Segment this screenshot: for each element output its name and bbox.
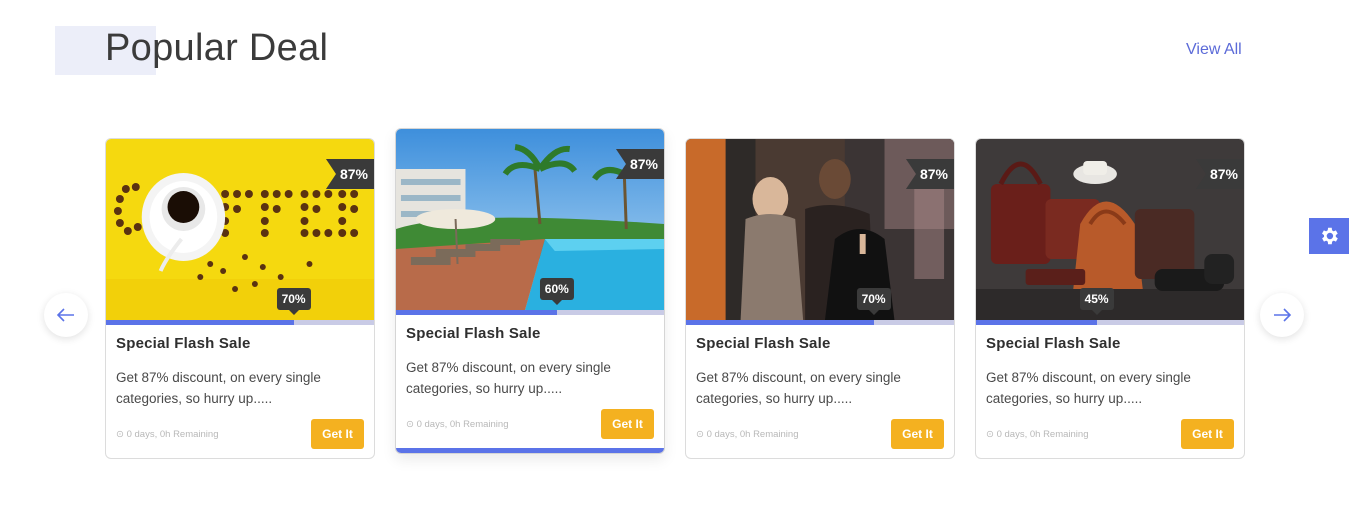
progress-bar: 45% xyxy=(976,288,1244,325)
time-remaining: ⊙ 0 days, 0h Remaining xyxy=(696,429,799,440)
progress-fill xyxy=(686,320,874,325)
view-all-link[interactable]: View All xyxy=(1186,41,1242,59)
progress-tooltip: 60% xyxy=(539,278,574,300)
carousel-next-button[interactable] xyxy=(1260,293,1304,337)
get-it-button[interactable]: Get It xyxy=(311,419,364,449)
time-remaining: ⊙ 0 days, 0h Remaining xyxy=(986,429,1089,440)
gear-icon xyxy=(1322,227,1338,245)
deal-card[interactable]: 87% 70% Special Flash Sale Get 87% disco… xyxy=(105,138,375,459)
progress-tooltip: 70% xyxy=(276,288,311,310)
progress-tooltip: 45% xyxy=(1079,288,1114,310)
progress-fill xyxy=(976,320,1097,325)
settings-button[interactable] xyxy=(1309,218,1349,254)
deal-description: Get 87% discount, on every single catego… xyxy=(696,370,901,406)
get-it-button[interactable]: Get It xyxy=(891,419,944,449)
deal-title: Special Flash Sale xyxy=(406,325,541,342)
deal-description: Get 87% discount, on every single catego… xyxy=(406,360,611,396)
carousel-prev-button[interactable] xyxy=(44,293,88,337)
progress-fill xyxy=(396,310,557,315)
deal-title: Special Flash Sale xyxy=(116,335,251,352)
get-it-button[interactable]: Get It xyxy=(1181,419,1234,449)
deal-image-coffee: 87% xyxy=(106,139,374,320)
time-remaining: ⊙ 0 days, 0h Remaining xyxy=(406,419,509,430)
arrow-right-icon xyxy=(1274,308,1292,322)
progress-bar: 70% xyxy=(106,288,374,325)
deal-image-clothing-shop: 87% xyxy=(686,139,954,320)
get-it-button[interactable]: Get It xyxy=(601,409,654,439)
progress-fill xyxy=(106,320,294,325)
deal-card[interactable]: 87% 60% Special Flash Sale Get 87% disco… xyxy=(395,128,665,454)
deal-card[interactable]: 87% 45% Special Flash Sale Get 87% disco… xyxy=(975,138,1245,459)
progress-bar: 60% xyxy=(396,278,664,315)
deal-card[interactable]: 87% 70% Special Flash Sale Get 87% disco… xyxy=(685,138,955,459)
deal-title: Special Flash Sale xyxy=(986,335,1121,352)
progress-bar: 70% xyxy=(686,288,954,325)
deal-description: Get 87% discount, on every single catego… xyxy=(986,370,1191,406)
time-remaining: ⊙ 0 days, 0h Remaining xyxy=(116,429,219,440)
progress-tooltip: 70% xyxy=(856,288,891,310)
deal-title: Special Flash Sale xyxy=(696,335,831,352)
deal-image-resort-pool: 87% xyxy=(396,129,664,310)
page-title: Popular Deal xyxy=(105,27,329,69)
arrow-left-icon xyxy=(56,308,74,322)
deal-description: Get 87% discount, on every single catego… xyxy=(116,370,321,406)
